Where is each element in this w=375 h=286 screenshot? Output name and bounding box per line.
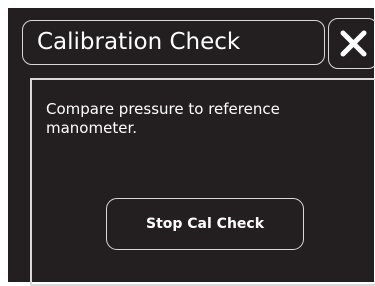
close-button[interactable] bbox=[328, 18, 375, 69]
instruction-text: Compare pressure to reference manometer. bbox=[46, 100, 280, 137]
dialog-title: Calibration Check bbox=[37, 29, 241, 55]
stop-cal-check-label: Stop Cal Check bbox=[145, 216, 265, 232]
title-bar: Calibration Check bbox=[22, 20, 325, 65]
content-panel: Compare pressure to reference manometer.… bbox=[30, 78, 375, 286]
close-icon bbox=[340, 30, 367, 57]
dialog-window: Calibration Check Compare pressure to re… bbox=[8, 8, 375, 286]
stop-cal-check-button[interactable]: Stop Cal Check bbox=[106, 198, 304, 250]
